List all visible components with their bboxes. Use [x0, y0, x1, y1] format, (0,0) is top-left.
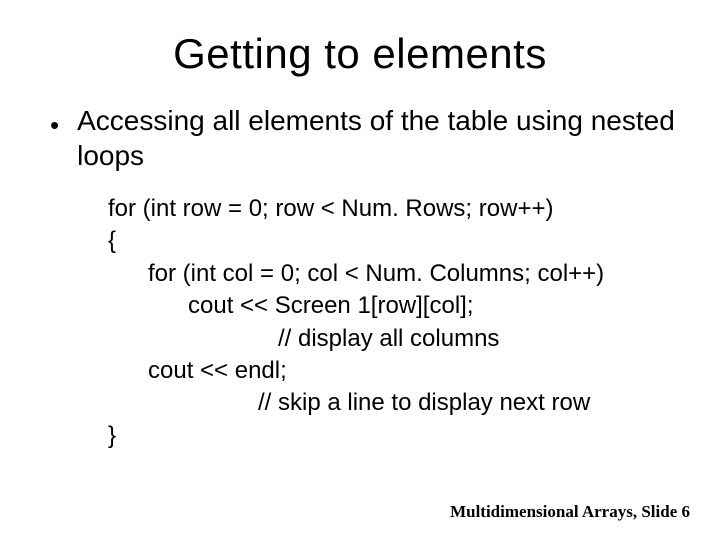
bullet-marker: •	[50, 111, 59, 140]
bullet-item: • Accessing all elements of the table us…	[40, 103, 680, 173]
code-line: for (int row = 0; row < Num. Rows; row++…	[108, 193, 670, 225]
code-line: }	[108, 420, 670, 452]
slide-title: Getting to elements	[40, 30, 680, 78]
code-line: // skip a line to display next row	[108, 387, 670, 419]
slide-footer: Multidimensional Arrays, Slide 6	[450, 502, 690, 522]
slide: Getting to elements • Accessing all elem…	[0, 0, 720, 540]
code-line: {	[108, 225, 670, 257]
code-line: // display all columns	[108, 323, 670, 355]
code-line: for (int col = 0; col < Num. Columns; co…	[108, 258, 670, 290]
bullet-text: Accessing all elements of the table usin…	[77, 103, 680, 173]
code-line: cout << endl;	[108, 355, 670, 387]
code-line: cout << Screen 1[row][col];	[108, 290, 670, 322]
code-block: for (int row = 0; row < Num. Rows; row++…	[40, 193, 680, 452]
